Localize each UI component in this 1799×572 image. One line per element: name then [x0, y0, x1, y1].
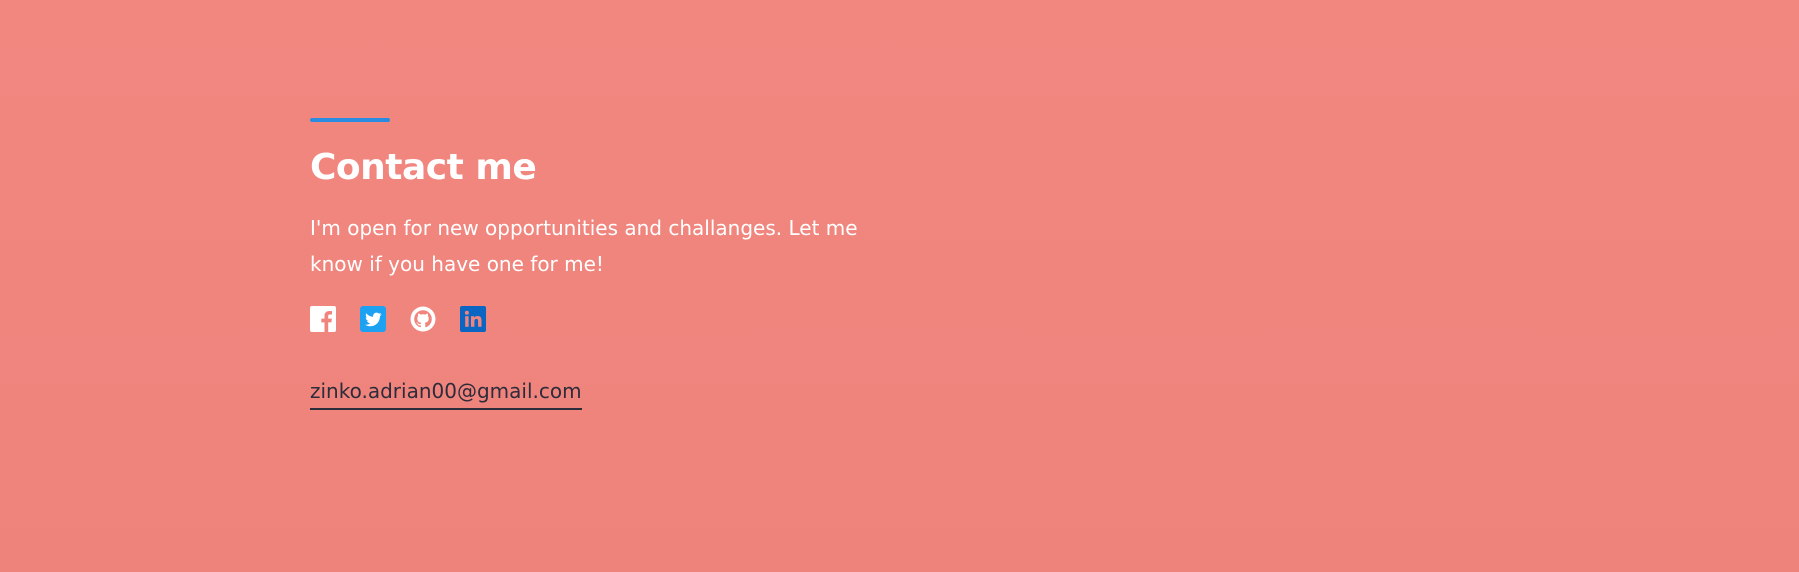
section-description: I'm open for new opportunities and chall… [310, 216, 858, 276]
social-links [310, 304, 910, 334]
facebook-link[interactable] [310, 306, 336, 332]
facebook-icon [310, 306, 336, 332]
section-title: Contact me [310, 147, 537, 188]
contact-content: Contact me I'm open for new opportunitie… [310, 118, 910, 410]
accent-bar [310, 118, 390, 122]
linkedin-link[interactable] [460, 306, 486, 332]
linkedin-icon [460, 306, 486, 332]
contact-section: Contact me I'm open for new opportunitie… [0, 0, 1799, 572]
github-icon [410, 306, 436, 332]
email-link[interactable]: zinko.adrian00@gmail.com [310, 378, 582, 410]
twitter-icon [360, 306, 386, 332]
twitter-link[interactable] [360, 306, 386, 332]
github-link[interactable] [410, 306, 436, 332]
